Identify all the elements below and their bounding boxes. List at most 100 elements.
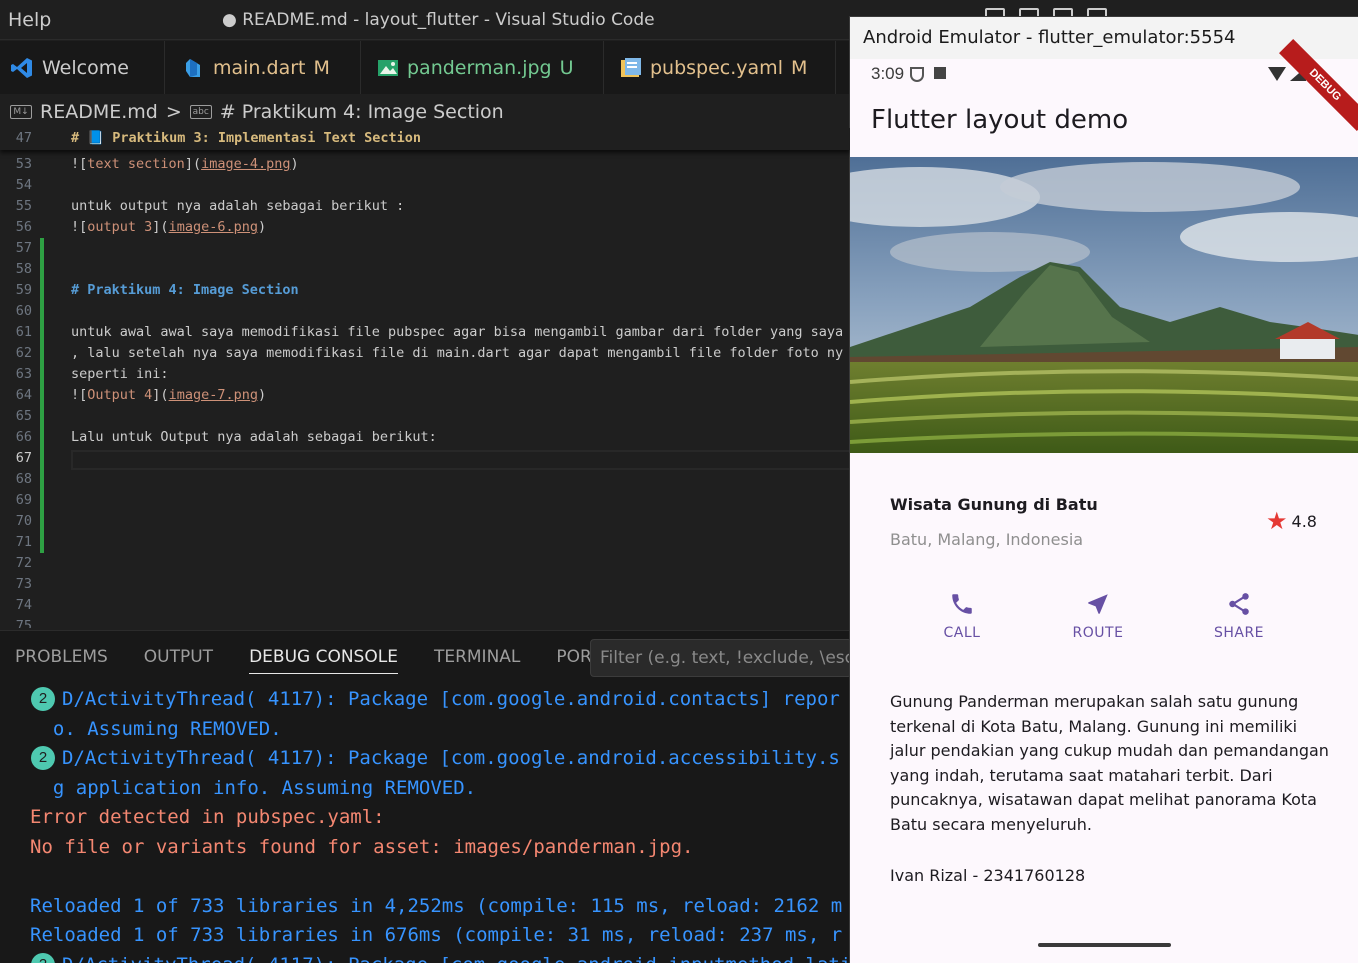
markdown-syntax: ![ (71, 219, 88, 235)
code-line[interactable]: 73 (0, 574, 850, 595)
string-symbol-icon: abc (189, 105, 212, 119)
code-line[interactable]: 60 (0, 301, 850, 322)
rating: ★ 4.8 (1266, 509, 1317, 533)
code-line[interactable]: 71 (0, 532, 850, 553)
code-line[interactable]: 62 , lalu setelah nya saya memodifikasi f… (0, 343, 850, 364)
code-line[interactable]: 61 untuk awal awal saya memodifikasi file… (0, 322, 850, 343)
code-text: untuk awal awal saya memodifikasi file p… (71, 322, 843, 343)
code-line[interactable]: 68 (0, 469, 850, 490)
code-editor[interactable]: 47 # 📘 Praktikum 3: Implementasi Text Se… (0, 128, 850, 628)
git-added-indicator[interactable] (40, 259, 44, 280)
git-added-indicator[interactable] (40, 469, 44, 490)
code-text: ![text section](image-4.png) (71, 154, 299, 175)
code-line[interactable]: 70 (0, 511, 850, 532)
tab-label: main.dart (213, 56, 306, 79)
breadcrumb-file[interactable]: README.md (40, 101, 158, 123)
code-line[interactable]: 58 (0, 259, 850, 280)
repeat-count-badge: 2 (31, 746, 55, 770)
line-number: 55 (15, 198, 32, 214)
code-line[interactable]: 55 untuk output nya adalah sebagai beriku… (0, 196, 850, 217)
tab-welcome[interactable]: Welcome (0, 41, 165, 94)
breadcrumb-section[interactable]: # Praktikum 4: Image Section (220, 101, 504, 123)
link-url[interactable]: image-7.png (169, 387, 258, 403)
line-number: 58 (15, 261, 32, 277)
line-number: 64 (15, 387, 32, 403)
breadcrumb: M↓ README.md > abc # Praktikum 4: Image … (0, 96, 850, 128)
line-number: 73 (15, 576, 32, 592)
image-alt-text: output 3 (87, 219, 153, 235)
status-time: 3:09 (871, 64, 905, 83)
git-added-indicator[interactable] (40, 385, 44, 406)
git-added-indicator[interactable] (40, 532, 44, 553)
window-title: ● README.md - layout_flutter - Visual St… (222, 10, 655, 30)
repeat-count-badge: 2 (31, 952, 55, 963)
tab-debug-console[interactable]: DEBUG CONSOLE (249, 647, 398, 674)
share-icon (1229, 593, 1249, 615)
line-number: 53 (15, 156, 32, 172)
code-line[interactable]: 59 # Praktikum 4: Image Section (0, 280, 850, 301)
code-line[interactable]: 56 ![output 3](image-6.png) (0, 217, 850, 238)
line-number: 54 (15, 177, 32, 193)
console-line: g application info. Assuming REMOVED. (30, 776, 477, 799)
shield-icon (910, 67, 924, 82)
code-line[interactable]: 64 ![Output 4](image-7.png) (0, 385, 850, 406)
tab-label: panderman.jpg (407, 56, 552, 79)
star-icon[interactable]: ★ (1266, 509, 1288, 533)
code-line[interactable]: 63 seperti ini: (0, 364, 850, 385)
phone-icon (952, 594, 972, 614)
tab-main-dart[interactable]: main.dart M (165, 41, 361, 94)
line-number: 60 (15, 303, 32, 319)
line-number: 71 (15, 534, 32, 550)
git-added-indicator[interactable] (40, 280, 44, 301)
tab-label: Welcome (42, 56, 129, 79)
line-number: 69 (15, 492, 32, 508)
code-line[interactable]: 75 (0, 616, 850, 628)
git-added-indicator[interactable] (40, 490, 44, 511)
tab-panderman-jpg[interactable]: panderman.jpg U (361, 41, 604, 94)
code-line[interactable]: 57 (0, 238, 850, 259)
console-line: o. Assuming REMOVED. (30, 717, 282, 740)
console-filter-input[interactable]: Filter (e.g. text, !exclude, \escape) (590, 639, 852, 677)
chevron-right-icon: > (165, 101, 182, 123)
git-added-indicator[interactable] (40, 448, 44, 469)
tab-terminal[interactable]: TERMINAL (434, 647, 520, 674)
status-icons-left (910, 67, 946, 82)
gesture-nav-handle[interactable] (1038, 943, 1171, 947)
editor-tabs: Welcome main.dart M panderman.jpg U pubs… (0, 41, 850, 94)
markdown-syntax: ) (257, 387, 267, 403)
code-line[interactable]: 74 (0, 595, 850, 616)
menu-help[interactable]: Help (8, 9, 51, 31)
git-added-indicator[interactable] (40, 406, 44, 427)
image-alt-text: text section (87, 156, 185, 172)
code-line[interactable]: 54 (0, 175, 850, 196)
call-button[interactable]: CALL (917, 591, 1007, 641)
code-line[interactable]: 66 Lalu untuk Output nya adalah sebagai b… (0, 427, 850, 448)
line-number: 61 (15, 324, 32, 340)
git-added-indicator[interactable] (40, 511, 44, 532)
wifi-icon (1268, 67, 1286, 81)
code-line[interactable]: 72 (0, 553, 850, 574)
code-line[interactable]: 53 ![text section](image-4.png) (0, 154, 850, 175)
git-added-indicator[interactable] (40, 427, 44, 448)
git-added-indicator[interactable] (40, 343, 44, 364)
line-number: 47 (15, 130, 32, 146)
sticky-scroll-header[interactable]: 47 # 📘 Praktikum 3: Implementasi Text Se… (0, 128, 850, 150)
code-line[interactable]: 67 (0, 448, 850, 469)
markdown-syntax: ]( (184, 156, 202, 172)
code-line[interactable]: 69 (0, 490, 850, 511)
link-url[interactable]: image-6.png (169, 219, 258, 235)
git-added-indicator[interactable] (40, 301, 44, 322)
call-label: CALL (943, 625, 981, 641)
code-line[interactable]: 65 (0, 406, 850, 427)
git-added-indicator[interactable] (40, 322, 44, 343)
share-button[interactable]: SHARE (1194, 591, 1284, 641)
route-button[interactable]: ROUTE (1053, 591, 1143, 641)
link-url[interactable]: image-4.png (201, 156, 290, 172)
git-added-indicator[interactable] (40, 364, 44, 385)
place-name: Wisata Gunung di Batu (890, 495, 1098, 514)
tab-pubspec-yaml[interactable]: pubspec.yaml M (604, 41, 836, 94)
repeat-count-badge: 2 (31, 687, 55, 711)
tab-problems[interactable]: PROBLEMS (15, 647, 108, 674)
git-added-indicator[interactable] (40, 238, 44, 259)
tab-output[interactable]: OUTPUT (144, 647, 213, 674)
